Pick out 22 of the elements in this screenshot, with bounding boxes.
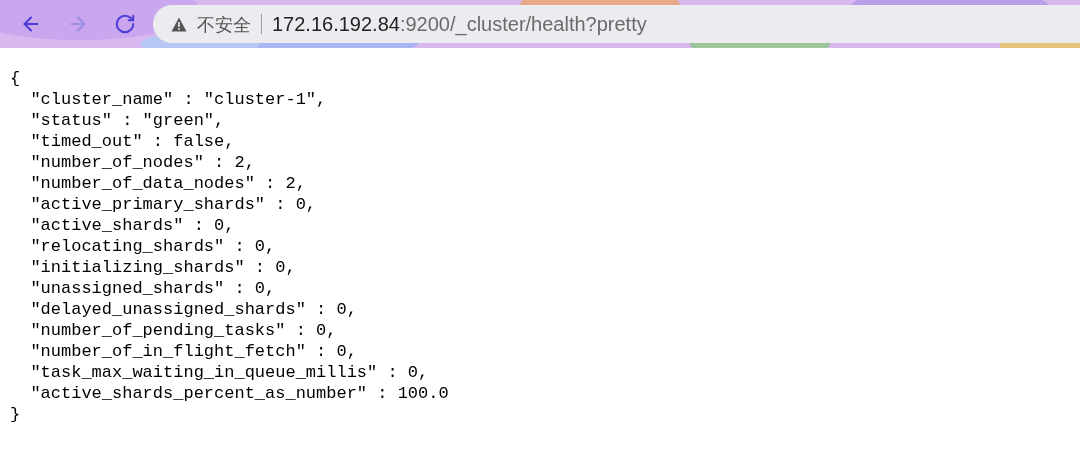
json-line: "relocating_shards" : 0, — [29, 236, 276, 257]
json-line: "number_of_nodes" : 2, — [29, 152, 255, 173]
reload-icon — [114, 13, 136, 35]
json-line: "unassigned_shards" : 0, — [29, 278, 276, 299]
json-line: "timed_out" : false, — [29, 131, 235, 152]
security-label: 不安全 — [197, 12, 251, 37]
url-text: 172.16.192.84:9200/_cluster/health?pretty — [272, 12, 647, 38]
json-line: "number_of_pending_tasks" : 0, — [29, 320, 337, 341]
json-line: "active_primary_shards" : 0, — [29, 194, 317, 215]
address-bar[interactable]: 不安全 172.16.192.84:9200/_cluster/health?pretty — [153, 5, 1080, 43]
json-line: "cluster_name" : "cluster-1", — [29, 89, 327, 110]
json-line: "initializing_shards" : 0, — [29, 257, 296, 278]
warning-icon — [171, 16, 187, 32]
json-line: "task_max_waiting_in_queue_millis" : 0, — [29, 362, 429, 383]
json-line: "active_shards_percent_as_number" : 100.0 — [29, 383, 449, 404]
json-line: "active_shards" : 0, — [29, 215, 235, 236]
json-line: { — [10, 68, 21, 89]
json-line: "number_of_in_flight_fetch" : 0, — [29, 341, 357, 362]
json-line: } — [10, 404, 21, 425]
json-line: "delayed_unassigned_shards" : 0, — [29, 299, 357, 320]
json-line: "number_of_data_nodes" : 2, — [29, 173, 306, 194]
json-line: "status" : "green", — [29, 110, 225, 131]
